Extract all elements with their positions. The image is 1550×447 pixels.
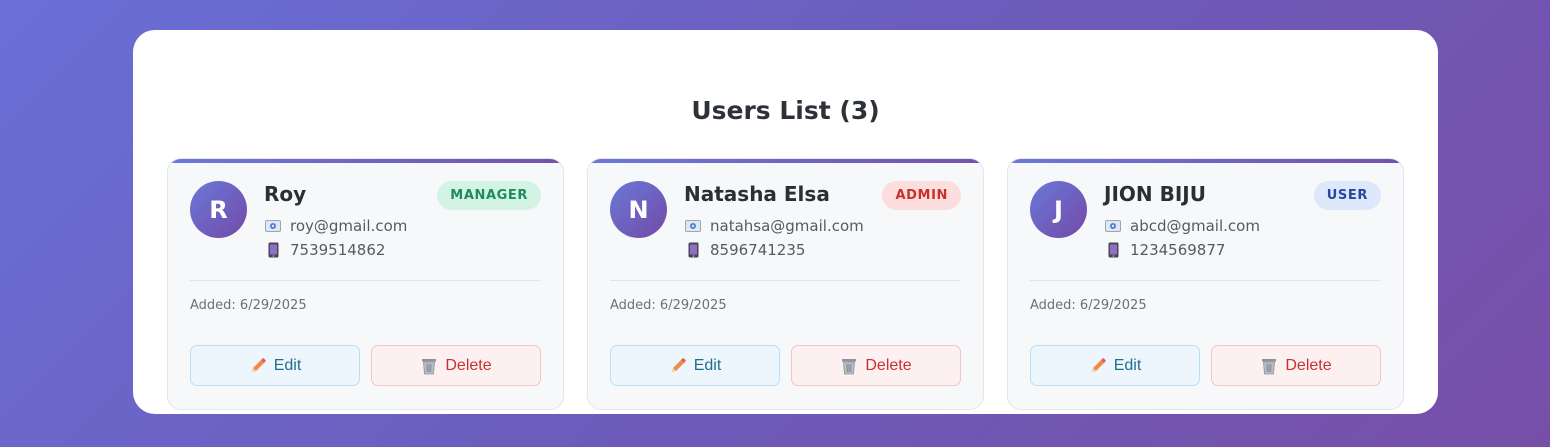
divider <box>1030 280 1381 281</box>
trash-icon <box>1260 357 1278 375</box>
pencil-icon <box>249 357 267 375</box>
user-email: roy@gmail.com <box>290 217 408 235</box>
delete-button[interactable]: Delete <box>791 345 961 386</box>
added-date: Added: 6/29/2025 <box>610 298 727 313</box>
user-phone: 1234569877 <box>1130 241 1226 259</box>
card-accent-bar <box>1008 159 1403 163</box>
email-row: roy@gmail.com <box>264 216 407 236</box>
user-card: R Roy MANAGER roy@gmail.com 7539514862 A… <box>167 158 564 410</box>
trash-icon <box>840 357 858 375</box>
user-card: N Natasha Elsa ADMIN natahsa@gmail.com 8… <box>587 158 984 410</box>
users-panel: Users List (3) R Roy MANAGER roy@gmail.c… <box>133 30 1438 414</box>
user-email: abcd@gmail.com <box>1130 217 1260 235</box>
email-row: abcd@gmail.com <box>1104 216 1260 236</box>
user-card: J JION BIJU USER abcd@gmail.com 12345698… <box>1007 158 1404 410</box>
card-accent-bar <box>588 159 983 163</box>
pencil-icon <box>1089 357 1107 375</box>
role-badge: USER <box>1313 181 1381 210</box>
email-icon <box>1104 218 1122 234</box>
phone-row: 1234569877 <box>1104 240 1225 260</box>
user-name: JION BIJU <box>1104 182 1206 206</box>
role-badge: MANAGER <box>437 181 541 210</box>
role-badge: ADMIN <box>882 181 961 210</box>
phone-row: 8596741235 <box>684 240 805 260</box>
avatar: N <box>610 181 667 238</box>
pencil-icon <box>669 357 687 375</box>
delete-button[interactable]: Delete <box>371 345 541 386</box>
email-icon <box>684 218 702 234</box>
edit-button[interactable]: Edit <box>1030 345 1200 386</box>
page-title: Users List (3) <box>691 96 880 125</box>
edit-button[interactable]: Edit <box>190 345 360 386</box>
delete-button[interactable]: Delete <box>1211 345 1381 386</box>
user-name: Natasha Elsa <box>684 182 830 206</box>
card-accent-bar <box>168 159 563 163</box>
divider <box>610 280 961 281</box>
added-date: Added: 6/29/2025 <box>190 298 307 313</box>
avatar: R <box>190 181 247 238</box>
edit-button-label: Edit <box>273 356 302 374</box>
phone-icon <box>684 242 702 258</box>
user-phone: 7539514862 <box>290 241 386 259</box>
edit-button[interactable]: Edit <box>610 345 780 386</box>
avatar: J <box>1030 181 1087 238</box>
divider <box>190 280 541 281</box>
delete-button-label: Delete <box>865 356 912 374</box>
phone-icon <box>264 242 282 258</box>
phone-icon <box>1104 242 1122 258</box>
user-email: natahsa@gmail.com <box>710 217 864 235</box>
phone-row: 7539514862 <box>264 240 385 260</box>
user-name: Roy <box>264 182 307 206</box>
delete-button-label: Delete <box>1285 356 1332 374</box>
user-phone: 8596741235 <box>710 241 806 259</box>
added-date: Added: 6/29/2025 <box>1030 298 1147 313</box>
trash-icon <box>420 357 438 375</box>
email-row: natahsa@gmail.com <box>684 216 864 236</box>
delete-button-label: Delete <box>445 356 492 374</box>
edit-button-label: Edit <box>1113 356 1142 374</box>
edit-button-label: Edit <box>693 356 722 374</box>
email-icon <box>264 218 282 234</box>
